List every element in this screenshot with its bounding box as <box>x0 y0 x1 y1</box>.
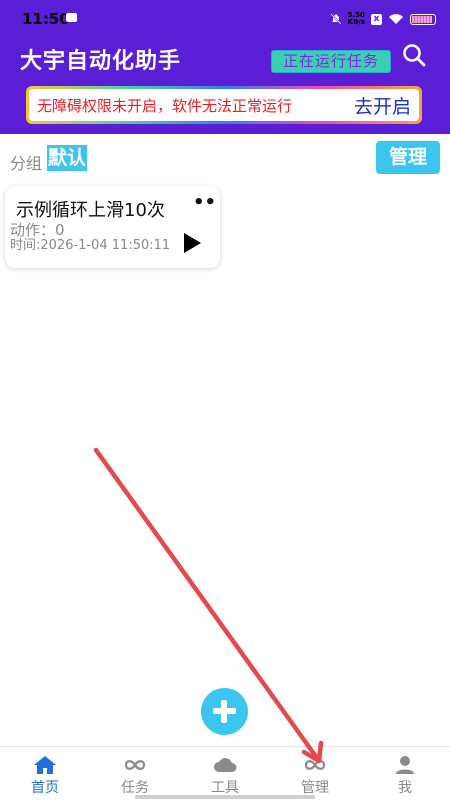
search-icon[interactable] <box>401 42 427 68</box>
nav-manage[interactable]: 管理 <box>270 747 360 801</box>
net-speed-unit: KB/s <box>347 18 365 26</box>
battery-icon <box>410 13 436 25</box>
net-speed: 5.50 KB/s <box>348 12 365 26</box>
app-title: 大宇自动化助手 <box>20 49 182 74</box>
home-indicator <box>135 795 315 799</box>
nav-tools[interactable]: 工具 <box>180 747 270 801</box>
wifi-icon <box>389 14 403 24</box>
infinity-icon <box>124 760 146 770</box>
no-sim-icon: x <box>371 13 382 25</box>
person-icon <box>396 756 414 774</box>
accessibility-warning-banner[interactable]: 无障碍权限未开启，软件无法正常运行 去开启 <box>26 86 422 124</box>
task-time: 时间:2026-1-04 11:50:11 <box>10 238 171 253</box>
cloud-icon <box>214 758 237 772</box>
mute-icon <box>329 13 342 25</box>
nav-home[interactable]: 首页 <box>0 747 90 801</box>
play-icon[interactable] <box>181 232 203 254</box>
add-task-button[interactable] <box>201 688 248 735</box>
plus-icon-vertical <box>221 700 227 723</box>
enable-permission-button[interactable]: 去开启 <box>351 92 411 119</box>
status-indicators: 5.50 KB/s x <box>329 10 436 28</box>
current-group-selector[interactable]: 默认 <box>47 145 88 171</box>
nav-manage-label: 管理 <box>301 780 329 796</box>
task-card[interactable]: 示例循环上滑10次 •• 动作：0 时间:2026-1-04 11:50:11 <box>5 186 220 268</box>
bottom-navigation: 首页 任务 工具 管理 我 <box>0 746 450 801</box>
running-tasks-chip[interactable]: 正在运行任务 <box>271 50 391 73</box>
nav-home-label: 首页 <box>31 780 59 796</box>
nav-tasks-label: 任务 <box>121 780 149 796</box>
warning-text: 无障碍权限未开启，软件无法正常运行 <box>37 97 293 115</box>
task-more-button[interactable]: •• <box>193 192 216 213</box>
status-time: 11:50 <box>22 10 70 28</box>
nav-me-label: 我 <box>398 780 412 796</box>
nav-tools-label: 工具 <box>211 780 239 796</box>
manage-groups-button[interactable]: 管理 <box>376 141 440 174</box>
group-label: 分组 <box>10 154 43 173</box>
message-notification-icon <box>66 13 77 22</box>
infinity-icon <box>304 760 326 770</box>
home-icon <box>34 756 56 774</box>
nav-me[interactable]: 我 <box>360 747 450 801</box>
battery-level <box>412 15 432 23</box>
nav-tasks[interactable]: 任务 <box>90 747 180 801</box>
